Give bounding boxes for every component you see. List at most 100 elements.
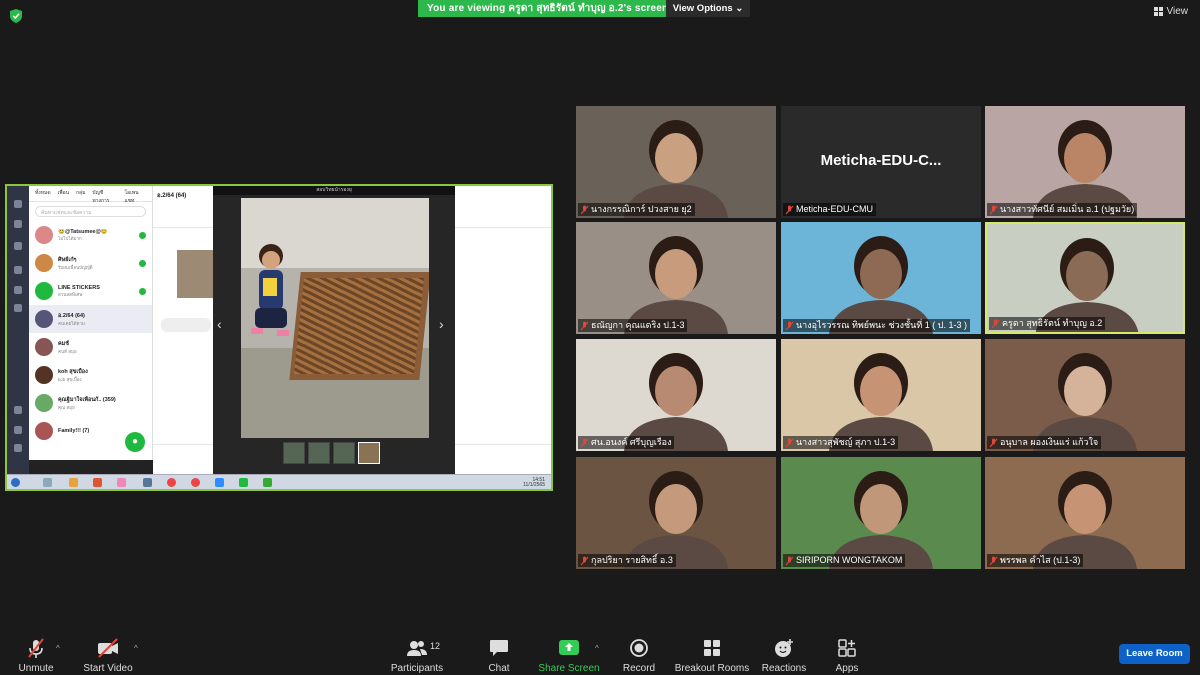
participant-video-person — [1033, 353, 1137, 451]
chat-search-input[interactable]: ค้นหาแชทและข้อความ — [35, 206, 146, 217]
participant-name-label: SIRIPORN WONGTAKOM — [783, 554, 906, 567]
chat-preview: ส่วนลดพิเศษ — [58, 291, 83, 297]
participant-video-tile[interactable]: นางอุไรวรรณ ทิพย์พนะ ช่วงชั้นที่ 1 ( ป. … — [781, 222, 981, 334]
avatar — [35, 310, 53, 328]
participant-name: SIRIPORN WONGTAKOM — [796, 555, 903, 565]
audio-options-chevron-icon[interactable]: ^ — [56, 644, 60, 653]
participant-video-tile[interactable]: SIRIPORN WONGTAKOM — [781, 457, 981, 569]
record-label: Record — [622, 663, 656, 674]
avatar — [35, 254, 53, 272]
record-button[interactable]: Record — [599, 637, 679, 674]
taskbar-app-icon[interactable] — [117, 478, 126, 487]
participants-icon — [407, 641, 427, 656]
video-options-chevron-icon[interactable]: ^ — [134, 644, 138, 653]
taskbar-app-icon[interactable] — [215, 478, 224, 487]
chat-tab[interactable]: เพื่อน — [58, 189, 69, 198]
participant-video-tile[interactable]: พรรพล คำไส (ป.1-3) — [985, 457, 1185, 569]
chat-list-item[interactable]: 😊@Tatsumee@😊 ไม่ไปได้มาก — [29, 221, 152, 249]
taskbar-clock[interactable]: 14:51 11/1/2565 — [523, 478, 545, 488]
participant-name-label: พรรพล คำไส (ป.1-3) — [987, 554, 1084, 567]
thumbnail-active[interactable] — [358, 442, 380, 464]
thumbnail[interactable] — [283, 442, 305, 464]
apps-icon — [838, 639, 856, 657]
chat-tab[interactable]: บัญชีทางการ — [92, 189, 117, 204]
viewer-titlebar: สอบวิทยนำรองยุ — [213, 186, 455, 195]
participants-button[interactable]: Participants — [377, 637, 457, 674]
apps-button[interactable]: Apps — [807, 637, 887, 674]
chat-preview: คุณ สมุย — [58, 404, 75, 410]
leave-room-button[interactable]: Leave Room — [1119, 644, 1190, 664]
chat-preview: คนเคยได้ตาม — [58, 320, 85, 326]
taskbar-app-icon[interactable] — [143, 478, 152, 487]
mic-muted-icon — [785, 321, 794, 330]
participant-name-label: กุลปริยา รายสิทธิ์ อ.3 — [578, 554, 676, 567]
mic-muted-icon — [580, 321, 589, 330]
thumbnail-strip — [283, 442, 380, 464]
participant-video-tile[interactable]: นางกรรณิการ์ ปวงสาย ยุ2 — [576, 106, 776, 218]
chat-tab[interactable]: กลุ่ม — [76, 189, 85, 198]
chat-preview: รับผมเพื่อนบัญญัติ — [58, 264, 93, 270]
participant-video-tile[interactable]: นางสาวทัศนีย์ สมเมิ่น อ.1 (ปฐมวัย) — [985, 106, 1185, 218]
avatar — [35, 282, 53, 300]
view-button[interactable]: View — [1153, 6, 1188, 17]
participant-video-tile[interactable]: อนุบาล ผองเงินแร่ แก้วใจ — [985, 339, 1185, 451]
taskbar-app-icon[interactable] — [239, 478, 248, 487]
participant-video-tile[interactable]: Meticha-EDU-C... Meticha-EDU-CMU — [781, 106, 981, 218]
participant-video-tile[interactable]: นางสาวสุพัชญ์ สุภา ป.1-3 — [781, 339, 981, 451]
breakout-rooms-button[interactable]: Breakout Rooms — [672, 637, 752, 674]
shared-screen[interactable]: ทั้งหมด เพื่อน กลุ่ม บัญชีทางการ โอเพนแช… — [5, 184, 553, 491]
chat-list-item-selected[interactable]: อ.2/64 (64) คนเคยได้ตาม — [29, 305, 152, 333]
participant-name-label: อนุบาล ผองเงินแร่ แก้วใจ — [987, 436, 1102, 449]
taskbar-app-icon[interactable] — [263, 478, 272, 487]
participant-name: Meticha-EDU-CMU — [796, 204, 874, 214]
start-video-button[interactable]: Start Video — [68, 637, 148, 674]
chat-name: คุณฐิมาใจเพื่อนกั.. (359) — [58, 396, 116, 403]
new-chat-button[interactable]: ● — [125, 432, 145, 452]
participant-name-label: ธณัญกา คุณแดริง ป.1-3 — [578, 319, 688, 332]
taskbar-app-icon[interactable] — [93, 478, 102, 487]
participant-name-label: นางอุไรวรรณ ทิพย์พนะ ช่วงชั้นที่ 1 ( ป. … — [783, 319, 970, 332]
taskbar-app-icon[interactable] — [43, 478, 52, 487]
thumbnail[interactable] — [308, 442, 330, 464]
participant-name: ครูดา สุทธิรัตน์ ทำบุญ อ.2 — [1002, 318, 1103, 328]
participant-video-tile[interactable]: กุลปริยา รายสิทธิ์ อ.3 — [576, 457, 776, 569]
windows-start-icon[interactable] — [11, 478, 20, 487]
participant-video-tile[interactable]: ศน.อนงค์ ศรีบุญเรือง — [576, 339, 776, 451]
active-speaker-tile[interactable]: ครูดา สุทธิรัตน์ ทำบุญ อ.2 — [985, 222, 1185, 334]
mic-muted-icon — [785, 205, 794, 214]
chat-button[interactable]: Chat — [459, 637, 539, 674]
view-options-button[interactable]: View Options ⌄ — [666, 0, 750, 17]
share-screen-button[interactable]: Share Screen — [529, 637, 609, 674]
viewer-photo — [241, 198, 429, 438]
unmute-button[interactable]: Unmute — [0, 637, 76, 674]
thumbnail[interactable] — [333, 442, 355, 464]
ad-banner[interactable] — [29, 460, 153, 474]
participant-name: กุลปริยา รายสิทธิ์ อ.3 — [591, 555, 673, 565]
image-viewer-window[interactable]: สอบวิทยนำรองยุ ‹ › — [213, 186, 455, 474]
chat-list-item[interactable]: คุณฐิมาใจเพื่อนกั.. (359) คุณ สมุย — [29, 389, 152, 417]
chat-photo[interactable] — [177, 250, 217, 298]
participant-video-tile[interactable]: ธณัญกา คุณแดริง ป.1-3 — [576, 222, 776, 334]
chat-tab[interactable]: โอเพนแชท — [124, 189, 146, 204]
chat-tab[interactable]: ทั้งหมด — [35, 189, 51, 198]
taskbar-app-icon[interactable] — [167, 478, 176, 487]
previous-image-arrow-icon[interactable]: ‹ — [217, 316, 222, 332]
chat-name: คมช์ — [58, 340, 70, 347]
encryption-shield-icon[interactable] — [10, 9, 22, 23]
chat-list-item[interactable]: LINE STICKERS ส่วนลดพิเศษ — [29, 277, 152, 305]
grid-view-icon — [1153, 7, 1163, 16]
participant-name-label: Meticha-EDU-CMU — [783, 203, 877, 216]
chat-list-item[interactable]: ศิษย์เก๋ๆ รับผมเพื่อนบัญญัติ — [29, 249, 152, 277]
participant-name: ศน.อนงค์ ศรีบุญเรือง — [591, 437, 672, 447]
taskbar-app-icon[interactable] — [69, 478, 78, 487]
chat-preview: คนดี สมุย — [58, 348, 77, 354]
chat-list-item[interactable]: koh สุขเบื้อง kob สุขเบื้อง — [29, 361, 152, 389]
participant-name-label: นางสาวสุพัชญ์ สุภา ป.1-3 — [783, 436, 899, 449]
participant-video-person — [1033, 471, 1137, 569]
participants-label: Participants — [390, 663, 444, 674]
taskbar-app-icon[interactable] — [191, 478, 200, 487]
chat-list-item[interactable]: คมช์ คนดี สมุย — [29, 333, 152, 361]
participant-name: นางสาวสุพัชญ์ สุภา ป.1-3 — [796, 437, 896, 447]
windows-taskbar: 14:51 11/1/2565 — [7, 474, 551, 489]
next-image-arrow-icon[interactable]: › — [439, 316, 444, 332]
